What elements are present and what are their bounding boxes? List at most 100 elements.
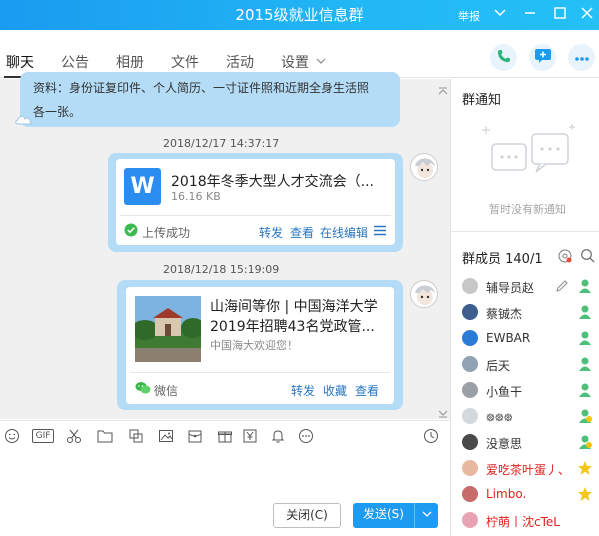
member-item[interactable]: 柠萌丨沈cTeL [462,510,598,532]
share-thumbnail [135,296,201,362]
report-link[interactable]: 举报 [458,8,480,24]
member-name: ᪥᪥᪥ [486,410,513,424]
forward-link[interactable]: 转发 [291,382,315,399]
member-name: Limbo. [486,487,527,501]
member-role-icon [577,382,593,398]
avatar[interactable] [410,280,438,308]
online-edit-link[interactable]: 在线编辑 [320,224,368,241]
tab-files[interactable]: 文件 [171,52,199,72]
member-item[interactable]: 后天 [462,354,598,376]
image-icon[interactable] [158,428,174,444]
view-link[interactable]: 查看 [290,224,314,241]
member-item[interactable]: 爱吃茶叶蛋丿、 [462,458,598,480]
member-name: 后天 [486,359,511,373]
member-item[interactable]: EWBAR [462,328,598,350]
member-name: 辅导员赵 [486,281,535,295]
chevron-down-icon[interactable] [493,6,507,25]
share-source: 微信 [154,384,179,398]
member-item[interactable]: 蔡铖杰 [462,302,598,324]
share-description: 中国海大欢迎您！ [210,339,298,352]
file-size: 16.16 KB [171,190,221,203]
member-item[interactable]: 没意思 [462,432,598,454]
member-item[interactable]: Limbo. [462,484,598,506]
star-icon [577,486,593,502]
avatar [462,356,478,372]
chevron-down-icon [422,507,432,521]
more-tools-icon[interactable] [298,428,314,444]
cloud-icon [14,113,34,128]
tab-settings[interactable]: 设置 [281,52,309,72]
send-button[interactable]: 发送(S) [353,503,414,528]
message-plus-icon [534,48,552,67]
call-button[interactable] [490,44,517,71]
member-name: 蔡铖杰 [486,307,523,321]
member-role-icon [577,356,593,372]
view-link[interactable]: 查看 [355,382,379,399]
tab-announcement[interactable]: 公告 [61,52,89,72]
scroll-down-icon[interactable] [437,407,449,421]
group-message-button[interactable] [529,44,556,71]
menu-icon[interactable] [374,225,386,239]
wechat-icon [135,381,151,398]
member-item[interactable]: 辅导员赵 [462,276,598,298]
avatar [462,330,478,346]
tab-chat[interactable]: 聊天 [6,52,34,72]
empty-notice-icon [480,120,580,193]
settings-chevron-icon[interactable] [316,55,326,69]
send-options-button[interactable] [414,503,438,528]
message-text-line: 资料：身份证复印件、个人简历、一寸证件照和近期全身生活照 [33,81,370,95]
avatar [462,278,478,294]
member-role-icon [577,434,593,450]
member-name: 爱吃茶叶蛋丿、 [486,463,571,477]
folder-icon[interactable] [97,428,113,444]
member-settings-icon[interactable] [557,248,573,267]
avatar[interactable] [410,153,438,181]
red-packet-icon[interactable] [187,428,203,444]
yen-icon[interactable] [242,428,258,444]
more-button[interactable] [568,44,595,71]
member-item[interactable]: 小鱼干 [462,380,598,402]
favorite-link[interactable]: 收藏 [323,382,347,399]
share-title-line[interactable]: 山海间等你 | 中国海洋大学 [210,296,378,316]
upload-status: 上传成功 [142,226,191,240]
emoji-icon[interactable] [4,428,20,444]
avatar [462,486,478,502]
edit-icon[interactable] [555,279,569,296]
member-name: 小鱼干 [486,385,523,399]
minimize-icon[interactable] [523,6,537,25]
maximize-icon[interactable] [553,6,567,25]
avatar [462,460,478,476]
tab-album[interactable]: 相册 [116,52,144,72]
share-title-line[interactable]: 2019年招聘43名党政管... [210,316,375,336]
member-name: 柠萌丨沈cTeL [486,515,560,529]
avatar [462,512,478,528]
close-button[interactable]: 关闭(C) [273,503,341,528]
window-title: 2015级就业信息群 [235,6,364,24]
member-item[interactable]: ᪥᪥᪥ [462,406,598,428]
file-title[interactable]: 2018年冬季大型人才交流会（... [171,171,374,191]
scissors-icon[interactable] [66,428,82,444]
forward-link[interactable]: 转发 [259,224,283,241]
divider [451,231,599,232]
gift-icon[interactable] [217,428,233,444]
member-role-icon [577,330,593,346]
avatar [462,408,478,424]
screenshot-tool-icon[interactable] [128,428,144,444]
gif-icon[interactable]: GIF [32,429,54,443]
history-clock-icon[interactable] [423,428,439,444]
star-icon [577,460,593,476]
search-icon[interactable] [580,248,595,266]
divider [120,215,391,216]
collapse-arrow-icon[interactable] [438,84,448,98]
notice-empty-text: 暂时没有新通知 [489,203,566,216]
phone-icon [496,48,512,67]
message-text-line: 各一张。 [33,105,82,119]
divider [130,372,390,373]
tab-activity[interactable]: 活动 [226,52,254,72]
success-check-icon [124,223,138,240]
bell-icon[interactable] [270,428,286,444]
avatar [462,434,478,450]
more-dots-icon [574,51,590,65]
close-icon[interactable] [580,6,594,25]
message-timestamp: 2018/12/18 15:19:09 [163,263,280,276]
